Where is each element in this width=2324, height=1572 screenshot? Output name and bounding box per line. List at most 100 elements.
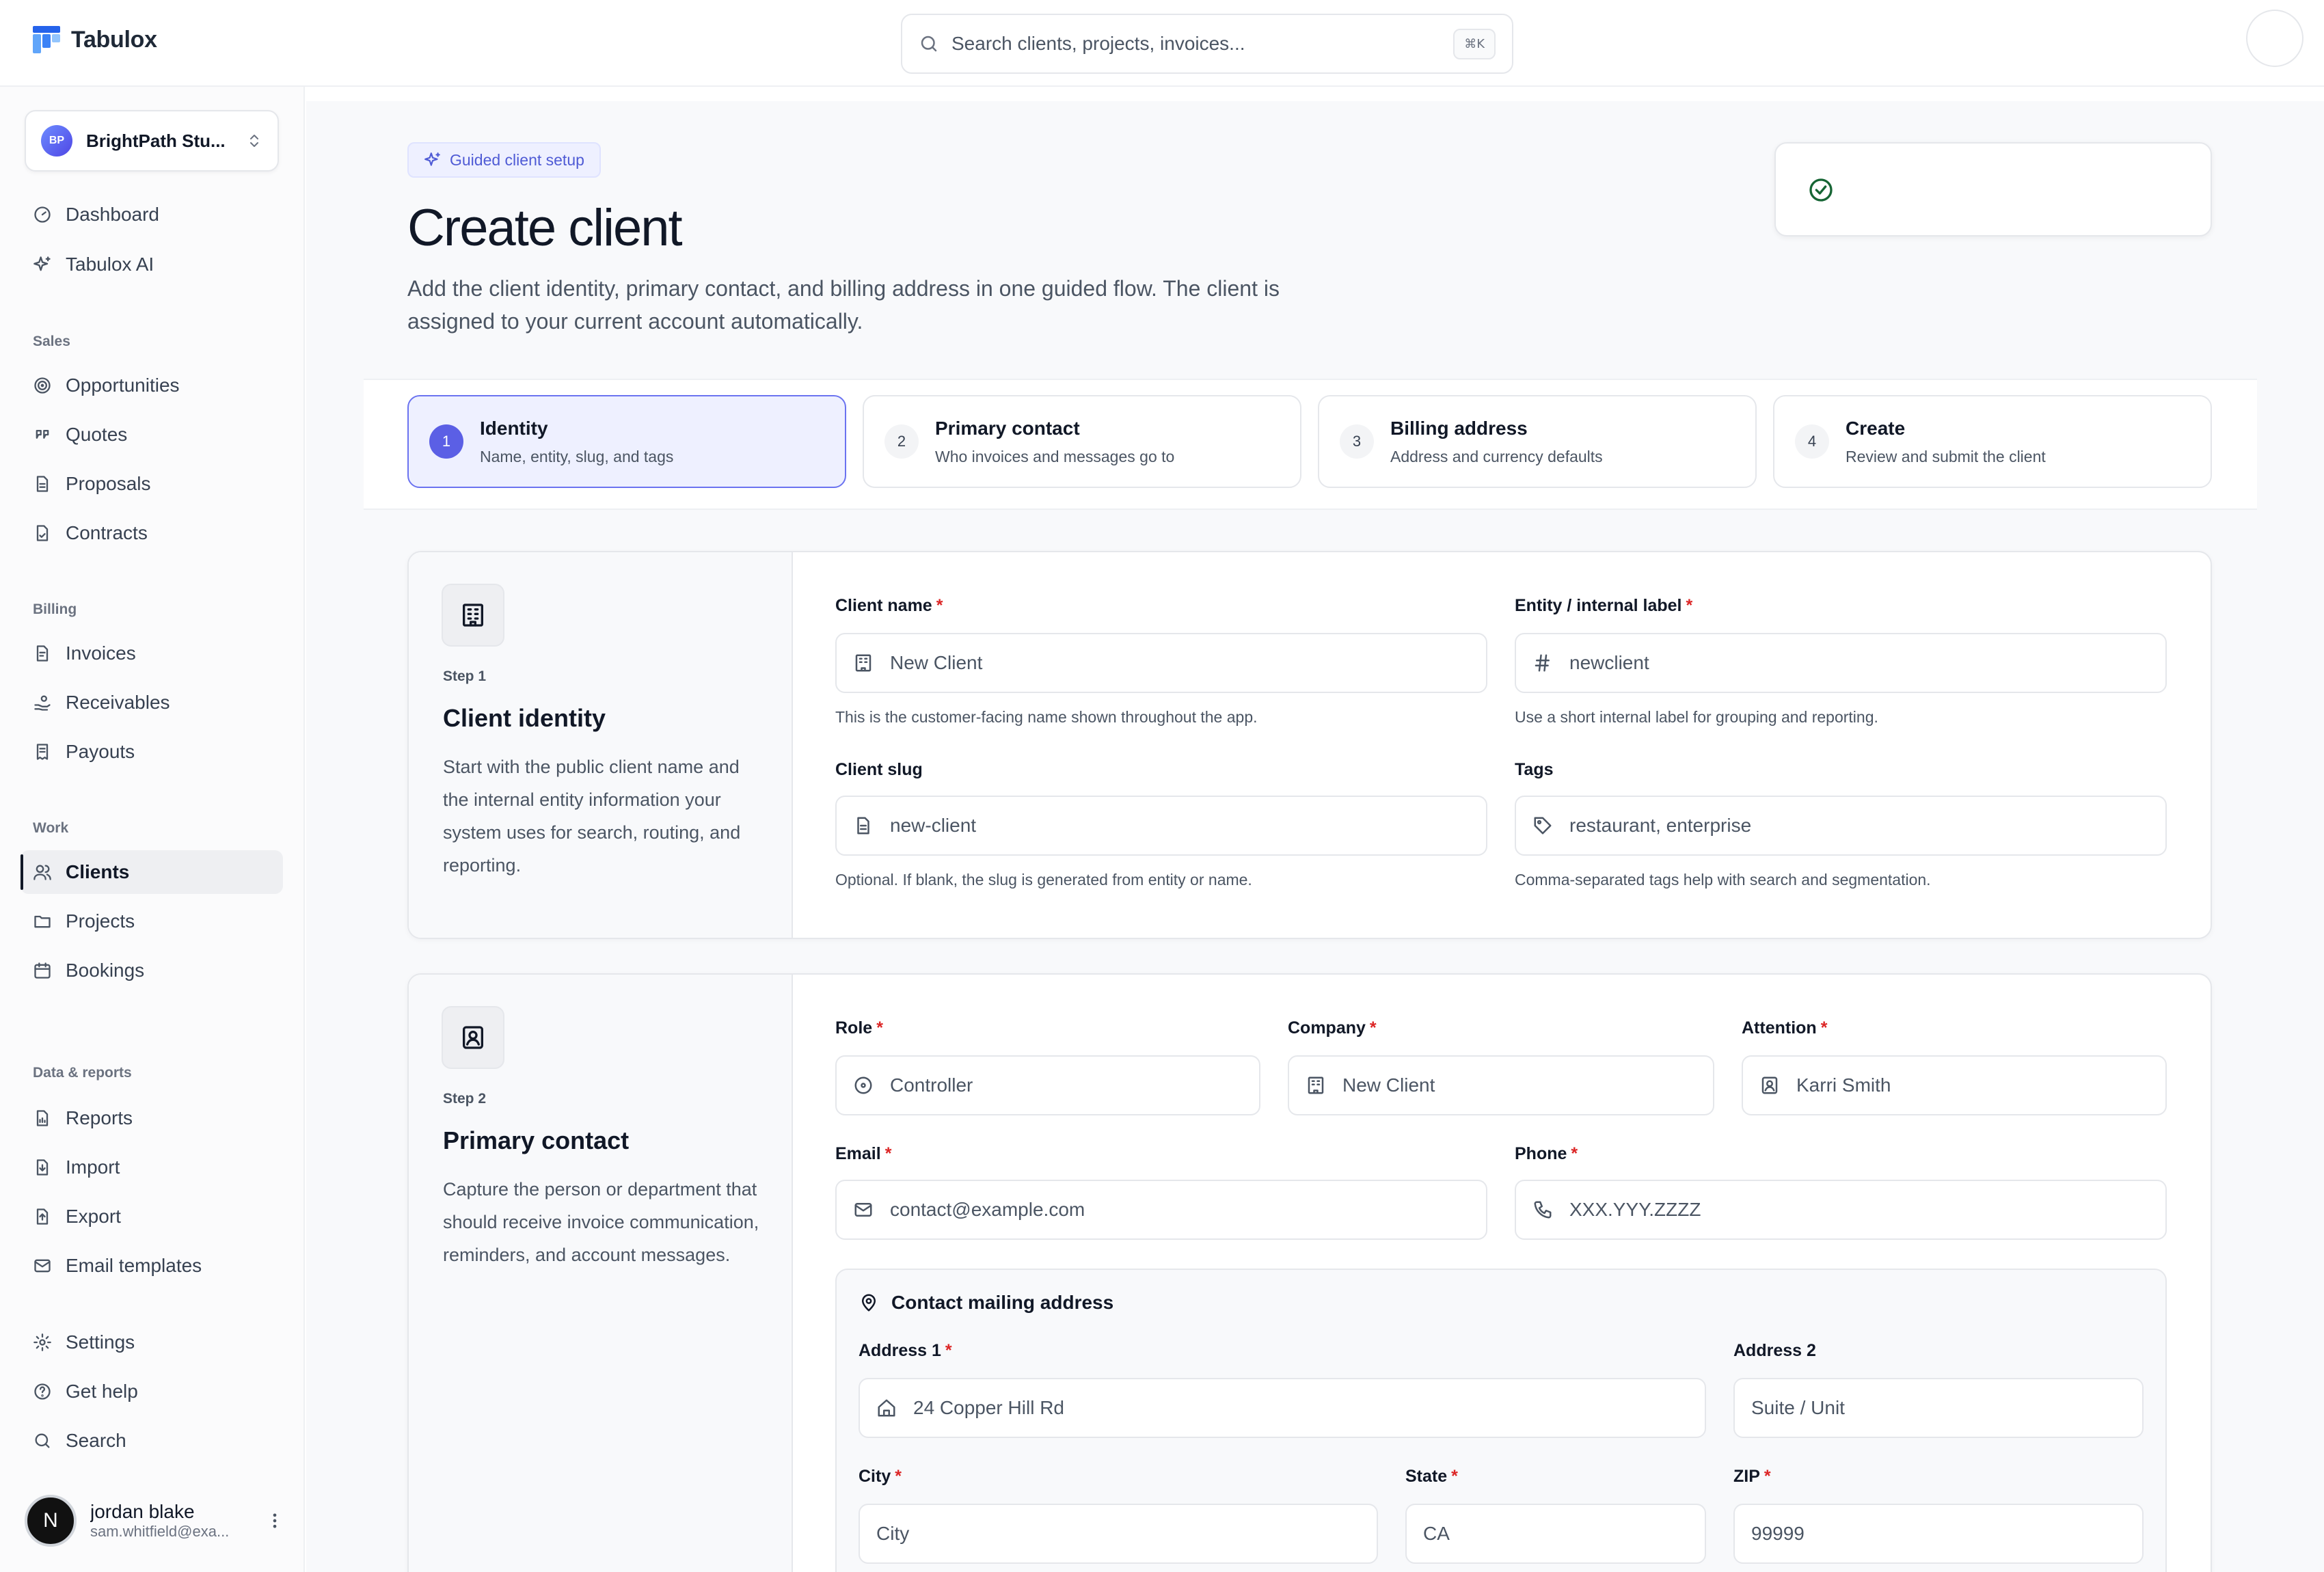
step-subtitle: Name, entity, slug, and tags — [480, 447, 674, 465]
sidebar-item-search[interactable]: Search — [21, 1419, 283, 1463]
city-input[interactable]: City — [859, 1504, 1378, 1564]
sidebar-item-settings[interactable]: Settings — [21, 1320, 283, 1364]
sidebar-item-proposals[interactable]: Proposals — [21, 462, 283, 506]
circle-dot-icon — [854, 1076, 872, 1094]
sidebar-item-projects[interactable]: Projects — [21, 899, 283, 943]
sidebar-item-reports[interactable]: Reports — [21, 1096, 283, 1140]
sidebar-item-quotes[interactable]: Quotes — [21, 413, 283, 457]
step-primary-contact[interactable]: 2 Primary contact Who invoices and messa… — [863, 395, 1301, 488]
step-text: Primary contact Who invoices and message… — [935, 418, 1174, 466]
sidebar-item-label: Reports — [66, 1107, 133, 1128]
sidebar-item-label: Contracts — [66, 522, 148, 543]
email-input[interactable]: contact@example.com — [835, 1180, 1487, 1240]
sidebar-item-export[interactable]: Export — [21, 1195, 283, 1238]
building-icon — [855, 654, 871, 672]
client-slug-hint: Optional. If blank, the slug is generate… — [835, 871, 1252, 889]
client-name-input[interactable]: New Client — [835, 633, 1487, 693]
guided-setup-badge: Guided client setup — [407, 142, 601, 178]
address1-label: Address 1 * — [859, 1341, 952, 1361]
step-billing-address[interactable]: 3 Billing address Address and currency d… — [1318, 395, 1757, 488]
state-input[interactable]: CA — [1405, 1504, 1706, 1564]
step-identity[interactable]: 1 Identity Name, entity, slug, and tags — [407, 395, 846, 488]
label-text: Client name — [835, 596, 932, 615]
sidebar-item-payouts[interactable]: Payouts — [21, 730, 283, 774]
sidebar-item-label: Search — [66, 1430, 126, 1451]
user-email: sam.whitfield@exa... — [90, 1523, 230, 1540]
label-text: Address 1 — [859, 1341, 941, 1360]
brand[interactable]: Tabulox — [31, 25, 157, 55]
sparkles-icon — [424, 152, 440, 166]
client-name-label: Client name * — [835, 596, 943, 616]
client-slug-input[interactable]: new-client — [835, 796, 1487, 856]
sidebar-item-clients[interactable]: Clients — [21, 850, 283, 894]
sidebar-item-email-templates[interactable]: Email templates — [21, 1244, 283, 1288]
step-subtitle: Review and submit the client — [1846, 447, 2046, 465]
label-text: Email — [835, 1144, 881, 1163]
quote-icon — [36, 430, 49, 439]
label-text: Phone — [1515, 1144, 1567, 1163]
phone-input[interactable]: XXX.YYY.ZZZZ — [1515, 1180, 2167, 1240]
user-menu[interactable]: N jordan blake sam.whitfield@exa... — [25, 1490, 284, 1551]
role-input[interactable]: Controller — [835, 1055, 1260, 1115]
entity-input[interactable]: newclient — [1515, 633, 2167, 693]
org-switcher[interactable]: BP BrightPath Stu... — [25, 110, 279, 172]
status-card — [1774, 142, 2212, 236]
required-mark: * — [876, 1018, 883, 1038]
required-mark: * — [1764, 1467, 1771, 1486]
mailing-title: Contact mailing address — [891, 1292, 1114, 1313]
step-number: 1 — [429, 424, 463, 459]
step-create[interactable]: 4 Create Review and submit the client — [1773, 395, 2212, 488]
input-placeholder: Controller — [890, 1074, 973, 1096]
sidebar-item-tabulox-ai[interactable]: Tabulox AI — [21, 243, 283, 286]
folder-icon — [34, 915, 51, 928]
label-text: Address 2 — [1733, 1341, 1816, 1360]
company-input[interactable]: New Client — [1288, 1055, 1714, 1115]
step-number: 2 — [884, 424, 919, 459]
gear-icon — [33, 1333, 51, 1351]
tags-input[interactable]: restaurant, enterprise — [1515, 796, 2167, 856]
help-icon — [34, 1383, 51, 1400]
card-step-label: Step 2 — [443, 1091, 487, 1107]
sidebar-item-label: Bookings — [66, 960, 145, 981]
sidebar-item-opportunities[interactable]: Opportunities — [21, 364, 283, 407]
sidebar-item-import[interactable]: Import — [21, 1146, 283, 1189]
contract-icon — [36, 525, 49, 541]
hand-coins-icon — [34, 695, 51, 711]
sidebar-item-contracts[interactable]: Contracts — [21, 511, 283, 555]
sidebar-item-invoices[interactable]: Invoices — [21, 632, 283, 675]
step-text: Identity Name, entity, slug, and tags — [480, 418, 673, 466]
step-title: Identity — [480, 417, 548, 439]
sidebar-item-label: Opportunities — [66, 375, 180, 396]
search-shortcut: ⌘K — [1453, 28, 1496, 59]
sparkles-icon — [33, 256, 51, 271]
sidebar-item-receivables[interactable]: Receivables — [21, 681, 283, 724]
label-text: Entity / internal label — [1515, 596, 1682, 615]
chevron-up-down-icon — [250, 135, 258, 147]
sidebar-item-bookings[interactable]: Bookings — [21, 949, 283, 992]
more-vertical-icon[interactable] — [265, 1511, 284, 1530]
zip-input[interactable]: 99999 — [1733, 1504, 2144, 1564]
calendar-icon — [34, 962, 51, 979]
account-avatar[interactable] — [2246, 10, 2303, 67]
sidebar-item-dashboard[interactable]: Dashboard — [21, 193, 283, 236]
city-label: City * — [859, 1467, 902, 1487]
step-subtitle: Address and currency defaults — [1390, 447, 1603, 465]
global-search[interactable]: Search clients, projects, invoices... ⌘K — [901, 14, 1513, 74]
org-avatar: BP — [41, 125, 72, 157]
sidebar-item-label: Settings — [66, 1331, 135, 1353]
sidebar-item-label: Invoices — [66, 642, 136, 664]
required-mark: * — [1571, 1144, 1578, 1163]
sidebar-item-get-help[interactable]: Get help — [21, 1370, 283, 1413]
label-text: Attention — [1742, 1018, 1817, 1038]
sidebar-item-label: Export — [66, 1206, 121, 1227]
address1-input[interactable]: 24 Copper Hill Rd — [859, 1378, 1706, 1438]
client-name-hint: This is the customer-facing name shown t… — [835, 708, 1258, 726]
address2-input[interactable]: Suite / Unit — [1733, 1378, 2144, 1438]
state-label: State * — [1405, 1467, 1458, 1487]
building-icon — [1308, 1076, 1324, 1094]
invoice-icon — [36, 645, 49, 662]
sidebar-item-label: Payouts — [66, 741, 135, 762]
user-name: jordan blake — [90, 1501, 195, 1522]
document-icon — [857, 817, 869, 835]
attention-input[interactable]: Karri Smith — [1742, 1055, 2167, 1115]
